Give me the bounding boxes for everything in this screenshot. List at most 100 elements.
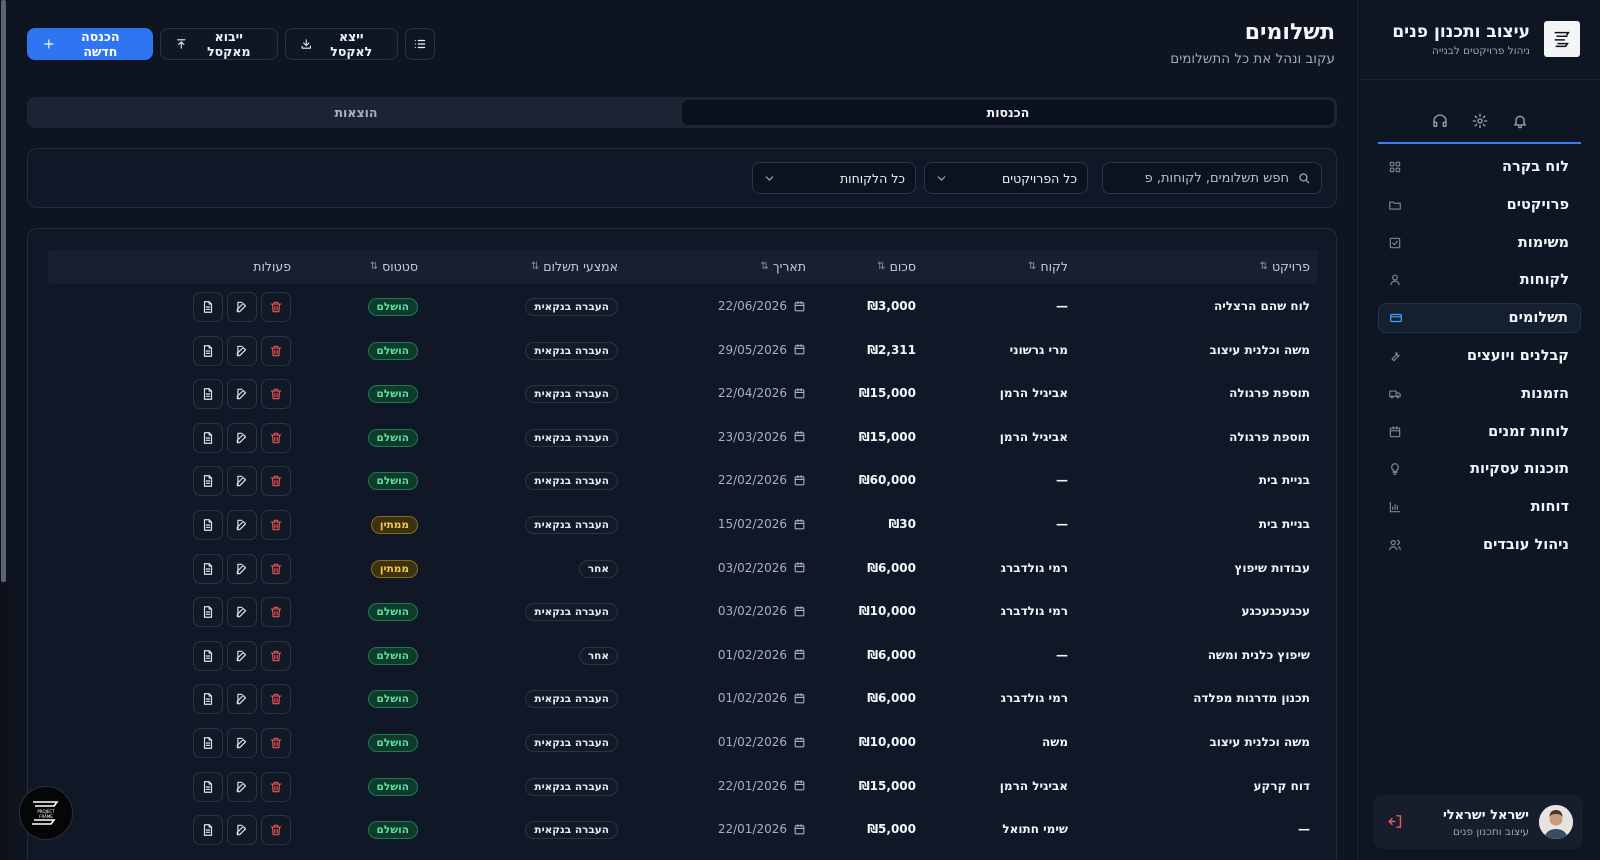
tab-expenses[interactable]: הוצאות [30,100,682,125]
delete-button[interactable] [261,597,291,628]
delete-button[interactable] [261,771,291,802]
table-row[interactable]: לוח שהם הרצליה — ₪3,000 22/06/2026 העברה בנק… [48,286,1318,330]
edit-button[interactable] [227,553,257,584]
view-document-button[interactable] [193,728,223,758]
delete-button[interactable] [261,684,291,715]
th-date[interactable]: תאריך ⇅ [760,259,806,274]
delete-button[interactable] [261,553,291,584]
delete-button[interactable] [261,466,291,497]
th-date-label: תאריך [772,259,806,274]
sidebar-item-9[interactable]: דוחות [1378,492,1581,522]
edit-button[interactable] [227,771,257,802]
clients-filter-select[interactable]: כל הלקוחות [752,162,916,194]
edit-button[interactable] [227,292,257,322]
edit-button[interactable] [227,335,257,366]
sidebar-item-8[interactable]: תוכנות עסקיות [1378,454,1581,484]
view-document-button[interactable] [193,640,223,671]
table-row[interactable]: שיפוץ כלנית ומשה — ₪6,000 01/02/2026 אחר הושל… [48,635,1318,679]
project-frame-logo-button[interactable]: PROJECT FRAME [19,786,73,840]
gear-icon[interactable] [1472,113,1488,129]
delete-button[interactable] [261,640,291,671]
export-excel-button[interactable]: ייצא לאקסל [285,28,398,60]
delete-button[interactable] [261,335,291,366]
import-excel-button[interactable]: ייבוא מאקסל [160,28,278,60]
view-document-button[interactable] [193,771,223,802]
calendar-icon [794,649,805,660]
table-row[interactable]: עבודות שיפוץ רמי גולדברג ₪6,000 03/02/2026 א… [48,548,1318,592]
view-document-button[interactable] [193,466,223,497]
sidebar-item-5[interactable]: קבלנים ויועצים [1378,341,1581,371]
table-row[interactable]: — שימי חתואל ₪5,000 22/01/2026 העברה בנקאית ה… [48,809,1318,853]
cell-client: רמי גולדברג [1000,560,1068,575]
edit-icon [236,650,247,662]
edit-button[interactable] [227,466,257,497]
headset-icon[interactable] [1432,113,1448,129]
delete-button[interactable] [261,379,291,410]
edit-button[interactable] [227,815,257,846]
status-badge: הושלם [367,472,418,491]
table-row[interactable]: תוספת פרגולה אביגיל הרמן ₪15,000 22/04/2026… [48,373,1318,417]
edit-button[interactable] [227,684,257,715]
edit-button[interactable] [227,510,257,540]
user-card[interactable]: ישראל ישראלי עיצוב ותכנון פנים [1373,795,1583,849]
search-box[interactable] [1102,162,1322,194]
table-row[interactable]: דוח קרקע אביגיל הרמן ₪15,000 22/01/2026 העבר… [48,766,1318,810]
table-row[interactable]: משה וכלנית עיצוב משה ₪10,000 01/02/2026 העבר… [48,722,1318,766]
sidebar-item-4[interactable]: תשלומים [1378,303,1581,334]
edit-button[interactable] [227,640,257,671]
page-scrollbar[interactable] [0,0,7,860]
table-row[interactable]: משה וכלנית עיצוב מרי גרשוני ₪2,311 29/05/20… [48,330,1318,374]
sidebar-item-6[interactable]: הזמנות [1378,379,1581,409]
delete-button[interactable] [261,815,291,846]
cell-client: רמי גולדברג [1000,604,1068,619]
edit-button[interactable] [227,728,257,758]
view-document-button[interactable] [193,292,223,322]
view-document-button[interactable] [193,335,223,366]
edit-button[interactable] [227,597,257,628]
table-row[interactable]: בניית בית — ₪60,000 22/02/2026 העברה בנקאית ה… [48,460,1318,504]
trash-icon [270,388,282,400]
search-input[interactable] [1119,170,1289,186]
cell-amount: ₪60,000 [858,473,916,488]
sidebar-item-0[interactable]: לוח בקרה [1378,152,1581,182]
sidebar-item-3[interactable]: לקוחות [1378,265,1581,295]
cell-amount: ₪30 [888,517,916,531]
sidebar-item-1[interactable]: פרויקטים [1378,190,1581,220]
th-amount[interactable]: סכום ⇅ [877,259,916,274]
delete-button[interactable] [261,292,291,322]
th-client[interactable]: לקוח ⇅ [1028,259,1068,274]
sidebar-item-10[interactable]: ניהול עובדים [1378,530,1581,560]
view-document-button[interactable] [193,379,223,410]
delete-button[interactable] [261,728,291,758]
table-row[interactable]: בניית בית — ₪30 15/02/2026 העברה בנקאית ממתין [48,504,1318,548]
view-document-button[interactable] [193,510,223,540]
sidebar-item-2[interactable]: משימות [1378,228,1581,258]
th-method[interactable]: אמצעי תשלום ⇅ [531,259,618,274]
view-document-button[interactable] [193,597,223,628]
new-income-button[interactable]: הכנסה חדשה [27,28,153,60]
delete-button[interactable] [261,510,291,540]
cell-project: תוספת פרגולה [1229,386,1310,401]
sidebar-item-label: לוח בקרה [1502,159,1569,175]
edit-button[interactable] [227,379,257,410]
view-document-button[interactable] [193,684,223,715]
view-document-button[interactable] [193,815,223,846]
view-document-button[interactable] [193,553,223,584]
th-status[interactable]: סטטוס ⇅ [370,259,418,274]
logout-icon[interactable] [1387,813,1404,830]
sort-icon: ⇅ [1028,261,1037,272]
view-document-button[interactable] [193,422,223,453]
sidebar-item-7[interactable]: לוחות זמנים [1378,417,1581,447]
bell-icon[interactable] [1512,113,1528,129]
table-row[interactable]: תוספת פרגולה אביגיל הרמן ₪15,000 23/03/2026… [48,417,1318,461]
table-row[interactable]: עכגעכגעכגע רמי גולדברג ₪10,000 03/02/2026 הע… [48,591,1318,635]
edit-button[interactable] [227,422,257,453]
scrollbar-thumb[interactable] [1,0,6,582]
table-row[interactable]: תכנון מדרגות מפלדה רמי גולדברג ₪6,000 01/02… [48,678,1318,722]
delete-button[interactable] [261,422,291,453]
list-view-button[interactable] [405,28,435,60]
cell-date: 15/02/2026 [718,517,806,531]
tab-income[interactable]: הכנסות [682,100,1334,125]
projects-filter-select[interactable]: כל הפרויקטים [924,162,1088,194]
th-project[interactable]: פרויקט ⇅ [1260,259,1310,274]
